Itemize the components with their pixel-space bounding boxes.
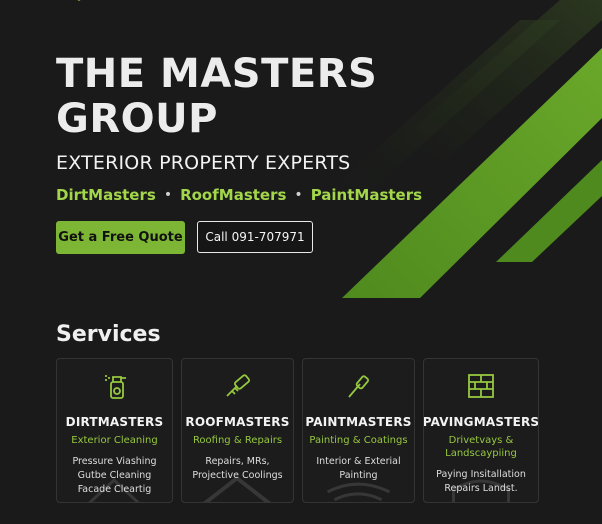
paintbrush-icon xyxy=(344,371,374,401)
wave-silhouette-icon xyxy=(326,482,391,502)
brand-paintmasters: PaintMasters xyxy=(310,186,423,204)
page-title: THE MASTERS GROUP xyxy=(56,52,422,142)
title-line-1: THE MASTERS xyxy=(56,51,378,97)
brand-separator: • xyxy=(294,187,303,203)
hero-subtitle: EXTERIOR PROPERTY EXPERTS xyxy=(56,152,351,174)
service-category: Exterior Cleaning xyxy=(71,435,158,446)
service-line: Interior & Exterial xyxy=(316,456,401,467)
spray-bottle-icon xyxy=(102,371,128,401)
service-card-dirtmasters[interactable]: DIRTMASTERS Exterior Cleaning Pressure V… xyxy=(56,358,173,503)
service-line: Repairs, MRs, xyxy=(205,456,270,467)
services-heading: Services xyxy=(56,322,161,347)
brand-roofmasters: RoofMasters xyxy=(180,186,287,204)
service-category: Roofing & Repairs xyxy=(192,435,283,446)
service-category: Painting & Coatings xyxy=(309,435,408,446)
logo-icon xyxy=(77,0,81,1)
title-line-2: GROUP xyxy=(56,96,218,142)
hero-section: THE MASTERS GROUP EXTERIOR PROPERTY EXPE… xyxy=(56,52,422,205)
roof-silhouette-icon xyxy=(203,475,271,502)
service-line: Pressure Viashing xyxy=(72,456,157,467)
roller-brush-icon xyxy=(223,371,253,401)
service-card-roofmasters[interactable]: ROOFMASTERS Roofing & Repairs Repairs, M… xyxy=(181,358,294,503)
brand-separator: • xyxy=(163,187,173,203)
call-button[interactable]: Call 091-707971 xyxy=(197,221,313,253)
service-category: Drivetvays & Landscaypiing xyxy=(445,434,517,460)
services-cards: DIRTMASTERS Exterior Cleaning Pressure V… xyxy=(56,358,539,503)
service-card-pavingmasters[interactable]: PAVINGMASTERS Drivetvays & Landscaypiing… xyxy=(423,358,539,503)
gate-silhouette-icon xyxy=(452,479,510,502)
get-quote-button[interactable]: Get a Free Quote xyxy=(56,221,185,254)
service-name: PAVINGMASTERS xyxy=(423,415,539,429)
service-name: DIRTMASTERS xyxy=(65,415,164,429)
service-card-paintmasters[interactable]: PAINTMASTERS Painting & Coatings Interio… xyxy=(302,358,415,503)
brand-list: DirtMasters • RoofMasters • PaintMasters xyxy=(56,186,422,204)
service-name: ROOFMASTERS xyxy=(185,415,290,429)
house-silhouette-icon xyxy=(88,478,140,502)
service-category-line: Landscaypiing xyxy=(445,448,517,459)
bricks-icon xyxy=(467,371,495,401)
cta-buttons: Get a Free Quote Call 091-707971 xyxy=(56,221,313,254)
service-name: PAINTMASTERS xyxy=(305,415,412,429)
brand-dirtmasters: DirtMasters xyxy=(56,186,156,204)
service-category-line: Drivetvays & xyxy=(448,435,514,446)
